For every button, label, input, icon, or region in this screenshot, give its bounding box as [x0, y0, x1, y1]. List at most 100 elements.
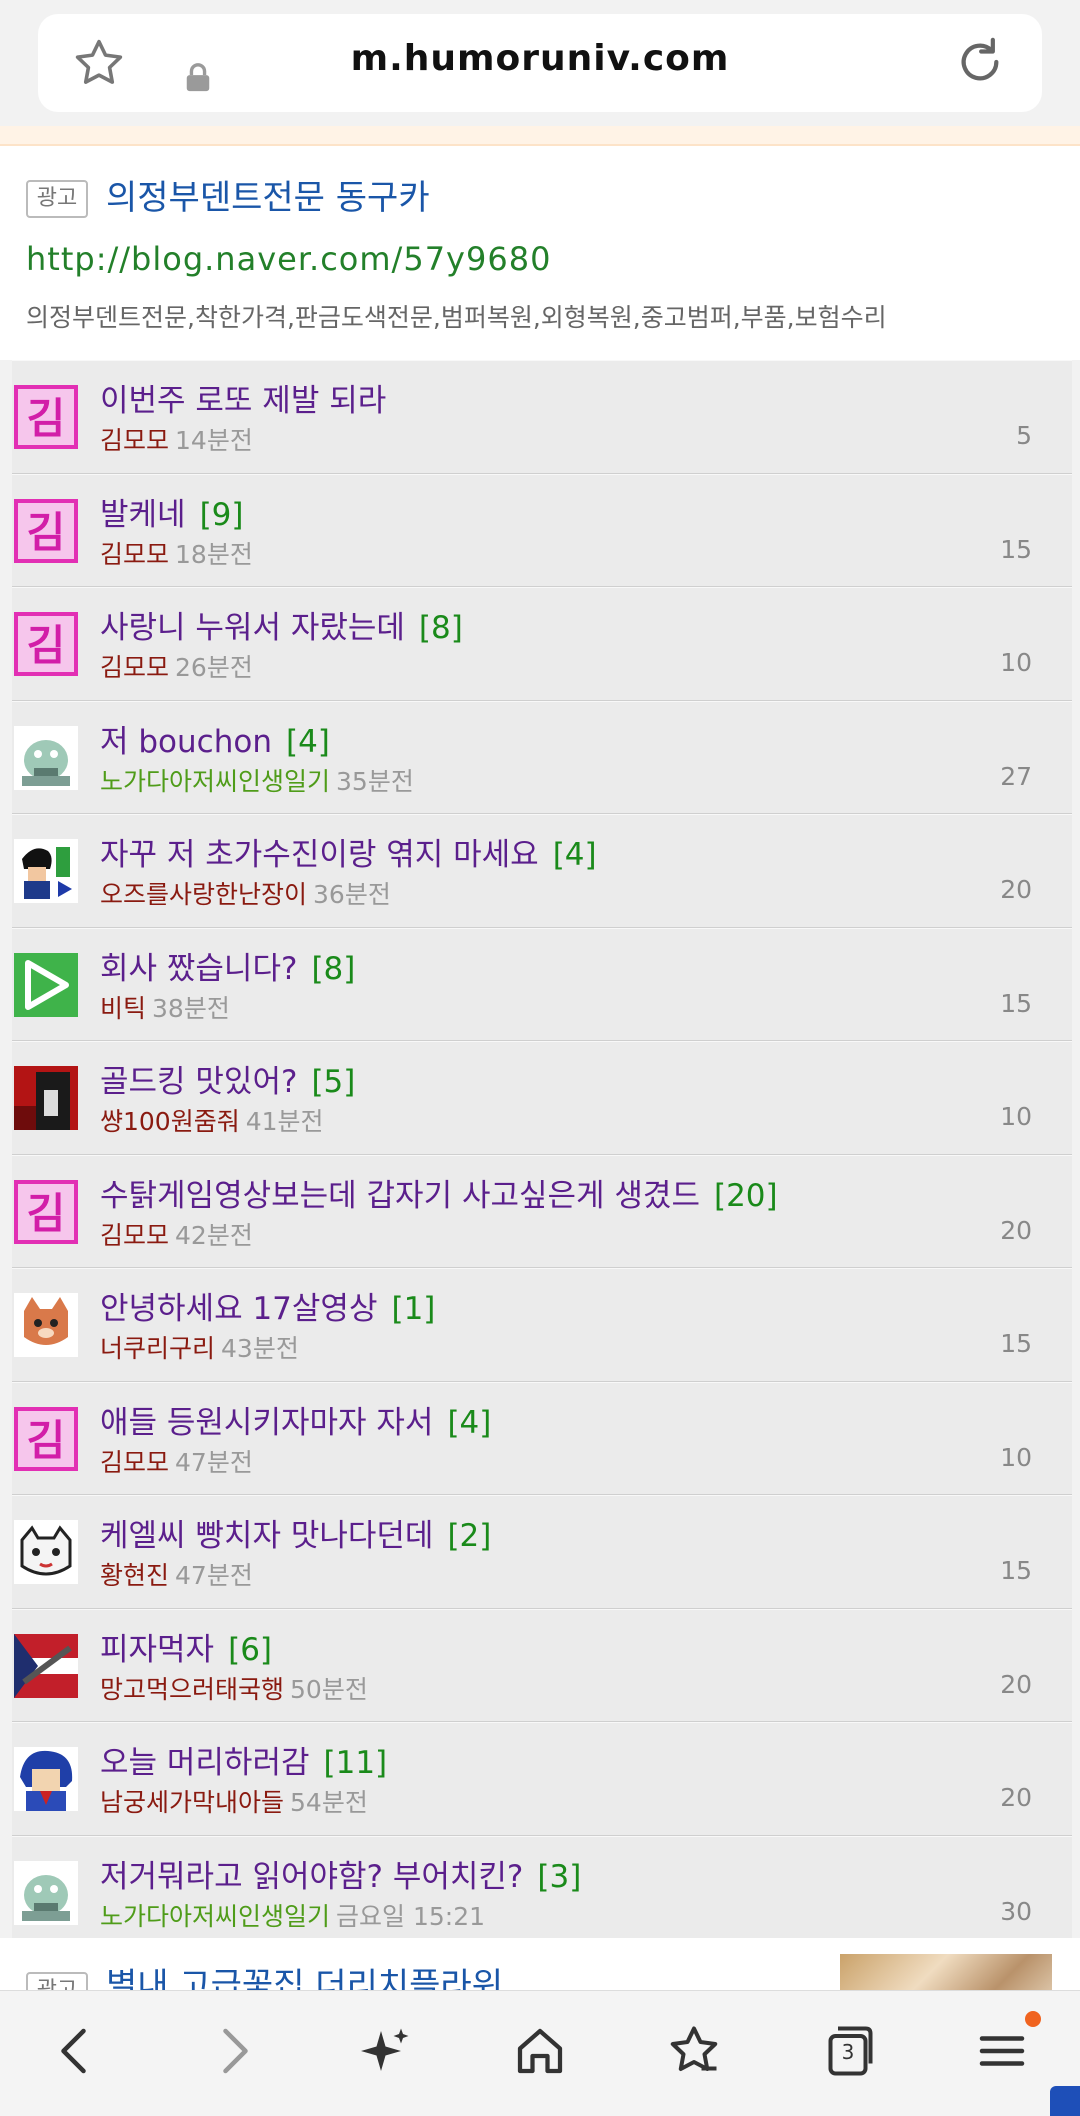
bottom-ad[interactable]: 광고 별내 고급꽃집 더리치플라워 [0, 1938, 1080, 1998]
comment-count: [2] [447, 1518, 492, 1554]
post-row[interactable]: 회사 짰습니다? [8] 비틱 38분전 15 [12, 927, 1072, 1041]
svg-text:김: 김 [27, 508, 66, 557]
post-row[interactable]: 김 발케네 [9] 김모모 18분전 15 [12, 473, 1072, 587]
post-time: 26분전 [175, 653, 253, 682]
post-title[interactable]: 애들 등원시키자마자 자서 [4] [100, 1397, 491, 1442]
post-meta: 썅100원줌줘 41분전 [100, 1102, 324, 1138]
bottom-navigation: 3 [0, 1990, 1080, 2116]
post-row[interactable]: 김 수탉게임영상보는데 갑자기 사고싶은게 생겼드 [20] 김모모 42분전 20 [12, 1154, 1072, 1268]
back-icon[interactable] [46, 2021, 106, 2081]
view-count: 10 [1000, 1442, 1032, 1472]
post-title[interactable]: 저거뭐라고 읽어야함? 부어치킨? [3] [100, 1851, 581, 1896]
avatar [14, 1633, 78, 1698]
post-row[interactable]: 피자먹자 [6] 망고먹으러태국행 50분전 20 [12, 1608, 1072, 1722]
post-title[interactable]: 오늘 머리하러감 [11] [100, 1737, 387, 1782]
post-title[interactable]: 사랑니 누워서 자랐는데 [8] [100, 602, 463, 647]
view-count: 15 [1000, 1556, 1032, 1585]
comment-count: [4] [552, 837, 597, 873]
svg-text:김: 김 [27, 621, 66, 670]
bookmark-star-icon[interactable] [664, 2021, 724, 2081]
author-name[interactable]: 너쿠리구리 [100, 1334, 215, 1363]
post-time: 14분전 [175, 426, 253, 455]
sparkle-icon[interactable] [356, 2021, 416, 2081]
post-title[interactable]: 회사 짰습니다? [8] [100, 943, 355, 988]
ad-badge: 광고 [26, 180, 88, 218]
post-meta: 김모모 26분전 [100, 648, 253, 684]
corner-badge [1050, 2086, 1080, 2116]
reload-icon[interactable] [952, 34, 1008, 90]
author-name[interactable]: 노가다아저씨인생일기 [100, 767, 330, 796]
post-title[interactable]: 안녕하세요 17살영상 [1] [100, 1283, 435, 1328]
view-count: 10 [1000, 648, 1032, 677]
ad-link[interactable]: http://blog.naver.com/57y9680 [26, 240, 551, 278]
author-name[interactable]: 김모모 [100, 1448, 169, 1477]
post-title[interactable]: 케엘씨 빵치자 맛나다던데 [2] [100, 1510, 491, 1555]
comment-count: [3] [537, 1858, 582, 1895]
forward-icon[interactable] [203, 2021, 263, 2081]
comment-count: [9] [199, 496, 244, 533]
post-time: 47분전 [175, 1561, 253, 1590]
avatar: 김 [14, 498, 78, 563]
post-title[interactable]: 자꾸 저 초가수진이랑 엮지 마세요 [4] [100, 829, 597, 874]
post-row[interactable]: 김 사랑니 누워서 자랐는데 [8] 김모모 26분전 10 [12, 587, 1072, 701]
post-time: 42분전 [175, 1220, 253, 1250]
avatar: 김 [14, 385, 78, 449]
url-text[interactable]: m.humoruniv.com [38, 38, 1042, 79]
author-name[interactable]: 망고먹으러태국행 [100, 1675, 284, 1704]
comment-count: [8] [311, 950, 356, 987]
top-ad[interactable]: 광고 의정부덴트전문 동구카 http://blog.naver.com/57y… [0, 146, 1080, 360]
avatar [14, 839, 78, 903]
post-row[interactable]: 김 애들 등원시키자마자 자서 [4] 김모모 47분전 10 [12, 1381, 1072, 1495]
author-name[interactable]: 김모모 [100, 1221, 169, 1250]
post-row[interactable]: 케엘씨 빵치자 맛나다던데 [2] 황현진 47분전 15 [12, 1495, 1072, 1609]
post-title[interactable]: 골드킹 맛있어? [5] [100, 1056, 355, 1101]
author-name[interactable]: 황현진 [100, 1561, 169, 1590]
author-name[interactable]: 김모모 [100, 653, 169, 682]
post-row[interactable]: 저 bouchon [4] 노가다아저씨인생일기 35분전 27 [12, 700, 1072, 814]
post-title[interactable]: 피자먹자 [6] [100, 1624, 272, 1669]
avatar [14, 1066, 78, 1130]
post-row[interactable]: 김 이번주 로또 제발 되라 김모모 14분전 5 [12, 360, 1072, 474]
tabs-button[interactable]: 3 [818, 2021, 878, 2081]
comment-count: [6] [228, 1631, 273, 1668]
comment-count: [8] [418, 610, 463, 646]
menu-icon[interactable] [972, 2021, 1032, 2081]
post-meta: 김모모 14분전 [100, 421, 253, 457]
author-name[interactable]: 남궁세가막내아들 [100, 1788, 284, 1817]
author-name[interactable]: 비틱 [100, 994, 146, 1023]
avatar: 김 [14, 1179, 78, 1244]
browser-toolbar: m.humoruniv.com [0, 0, 1080, 126]
post-title[interactable]: 이번주 로또 제발 되라 [100, 375, 400, 420]
post-time: 35분전 [336, 766, 414, 796]
post-title[interactable]: 발케네 [9] [100, 489, 243, 534]
view-count: 5 [1016, 421, 1032, 450]
author-name[interactable]: 썅100원줌줘 [100, 1107, 240, 1136]
post-meta: 너쿠리구리 43분전 [100, 1329, 299, 1365]
post-meta: 노가다아저씨인생일기 금요일 15:21 [100, 1897, 485, 1933]
address-bar[interactable]: m.humoruniv.com [38, 14, 1042, 112]
ad-title[interactable]: 의정부덴트전문 동구카 [106, 170, 430, 219]
author-name[interactable]: 김모모 [100, 426, 169, 455]
post-time: 50분전 [290, 1674, 368, 1704]
post-row[interactable]: 자꾸 저 초가수진이랑 엮지 마세요 [4] 오즈를사랑한난장이 36분전 20 [12, 814, 1072, 928]
post-row[interactable]: 골드킹 맛있어? [5] 썅100원줌줘 41분전 10 [12, 1041, 1072, 1155]
avatar [14, 1520, 78, 1584]
view-count: 10 [1000, 1102, 1032, 1131]
post-row[interactable]: 오늘 머리하러감 [11] 남궁세가막내아들 54분전 20 [12, 1722, 1072, 1836]
author-name[interactable]: 오즈를사랑한난장이 [100, 880, 307, 909]
ad-description: 의정부덴트전문,착한가격,판금도색전문,범퍼복원,외형복원,중고범퍼,부품,보험… [26, 303, 887, 332]
author-name[interactable]: 김모모 [100, 540, 169, 569]
comment-count: [20] [713, 1177, 778, 1214]
post-time: 금요일 15:21 [336, 1901, 486, 1931]
avatar: 김 [14, 612, 78, 676]
post-meta: 노가다아저씨인생일기 35분전 [100, 762, 414, 798]
post-row[interactable]: 안녕하세요 17살영상 [1] 너쿠리구리 43분전 15 [12, 1268, 1072, 1382]
comment-count: [5] [311, 1064, 356, 1100]
post-row[interactable]: 저거뭐라고 읽어야함? 부어치킨? [3] 노가다아저씨인생일기 금요일 15:21… [12, 1835, 1072, 1949]
post-title[interactable]: 수탉게임영상보는데 갑자기 사고싶은게 생겼드 [20] [100, 1170, 778, 1215]
home-icon[interactable] [510, 2021, 570, 2081]
view-count: 20 [1000, 1215, 1032, 1245]
post-title[interactable]: 저 bouchon [4] [100, 716, 330, 761]
author-name[interactable]: 노가다아저씨인생일기 [100, 1902, 330, 1931]
avatar [14, 1293, 78, 1357]
